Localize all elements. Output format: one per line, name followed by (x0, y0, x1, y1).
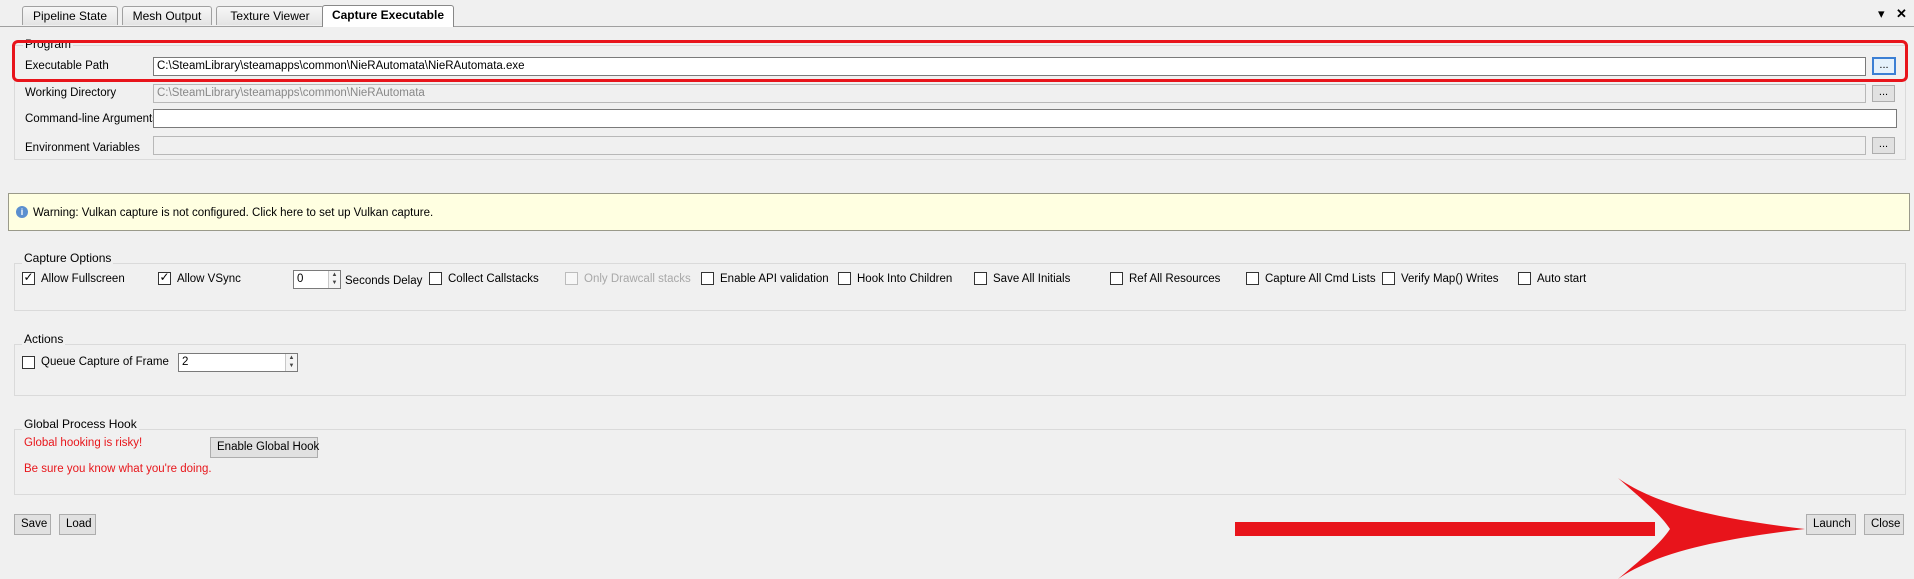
command-line-arguments-label: Command-line Arguments (25, 113, 158, 125)
environment-variables-browse-button[interactable]: ... (1872, 137, 1895, 154)
allow-vsync-checkbox[interactable]: ✓ (158, 270, 171, 285)
queue-frame-spinner-arrows[interactable]: ▲ ▼ (285, 354, 297, 371)
save-button[interactable]: Save (14, 514, 51, 535)
capture-all-cmd-lists-label: Capture All Cmd Lists (1265, 273, 1376, 285)
collect-callstacks-label: Collect Callstacks (448, 273, 539, 285)
tab-dropdown-icon[interactable]: ▾ (1878, 6, 1885, 22)
capture-all-cmd-lists-checkbox[interactable] (1246, 272, 1259, 285)
tab-close-icon[interactable]: ✕ (1896, 6, 1907, 22)
vulkan-warning-banner[interactable]: i Warning: Vulkan capture is not configu… (8, 193, 1910, 231)
collect-callstacks-checkbox[interactable] (429, 272, 442, 285)
seconds-delay-label: Seconds Delay (345, 275, 423, 287)
global-hook-risky-text: Global hooking is risky! (24, 437, 143, 449)
global-hook-sure-text: Be sure you know what you're doing. (24, 463, 212, 475)
allow-fullscreen-label: Allow Fullscreen (41, 273, 125, 285)
save-all-initials-checkbox[interactable] (974, 272, 987, 285)
only-drawcall-stacks-label: Only Drawcall stacks (584, 273, 691, 285)
tab-mesh-output[interactable]: Mesh Output (122, 6, 212, 25)
hook-into-children-label: Hook Into Children (857, 273, 953, 285)
tab-texture-viewer[interactable]: Texture Viewer (216, 6, 324, 25)
delay-spinner-arrows[interactable]: ▲ ▼ (328, 271, 340, 288)
verify-map-writes-checkbox[interactable] (1382, 272, 1395, 285)
ref-all-resources-label: Ref All Resources (1129, 273, 1221, 285)
delay-value: 0 (297, 273, 304, 285)
queue-frame-spinner[interactable]: 2 ▲ ▼ (178, 353, 298, 372)
ref-all-resources-checkbox[interactable] (1110, 272, 1123, 285)
enable-api-validation-label: Enable API validation (720, 273, 829, 285)
annotation-arrow-icon (1235, 478, 1805, 579)
working-directory-input[interactable]: C:\SteamLibrary\steamapps\common\NieRAut… (153, 84, 1866, 103)
allow-vsync-label: Allow VSync (177, 273, 241, 285)
queue-frame-value: 2 (182, 356, 189, 368)
launch-button[interactable]: Launch (1806, 514, 1856, 535)
auto-start-checkbox[interactable] (1518, 272, 1531, 285)
only-drawcall-stacks-checkbox[interactable] (565, 272, 578, 285)
highlight-box (12, 40, 1908, 82)
queue-capture-checkbox[interactable] (22, 356, 35, 369)
tab-bar: Pipeline State Mesh Output Texture Viewe… (0, 0, 1914, 27)
auto-start-label: Auto start (1537, 273, 1587, 285)
enable-api-validation-checkbox[interactable] (701, 272, 714, 285)
delay-spinner[interactable]: 0 ▲ ▼ (293, 270, 341, 289)
vulkan-warning-text[interactable]: Warning: Vulkan capture is not configure… (33, 206, 433, 220)
actions-title: Actions (22, 332, 66, 346)
command-line-arguments-input[interactable] (153, 109, 1897, 128)
global-process-hook-title: Global Process Hook (22, 417, 139, 431)
enable-global-hook-button[interactable]: Enable Global Hook (210, 437, 319, 458)
environment-variables-label: Environment Variables (25, 142, 140, 154)
working-directory-label: Working Directory (25, 87, 117, 99)
load-button[interactable]: Load (59, 514, 96, 535)
capture-options-title: Capture Options (22, 251, 114, 265)
tab-pipeline-state[interactable]: Pipeline State (22, 6, 118, 25)
verify-map-writes-label: Verify Map() Writes (1401, 273, 1499, 285)
hook-into-children-checkbox[interactable] (838, 272, 851, 285)
tab-capture-executable[interactable]: Capture Executable (322, 5, 454, 27)
close-button[interactable]: Close (1864, 514, 1904, 535)
allow-fullscreen-checkbox[interactable]: ✓ (22, 270, 35, 285)
environment-variables-input[interactable] (153, 136, 1866, 155)
queue-capture-label: Queue Capture of Frame (41, 356, 169, 368)
save-all-initials-label: Save All Initials (993, 273, 1071, 285)
working-directory-browse-button[interactable]: ... (1872, 85, 1895, 102)
info-icon: i (16, 206, 28, 218)
